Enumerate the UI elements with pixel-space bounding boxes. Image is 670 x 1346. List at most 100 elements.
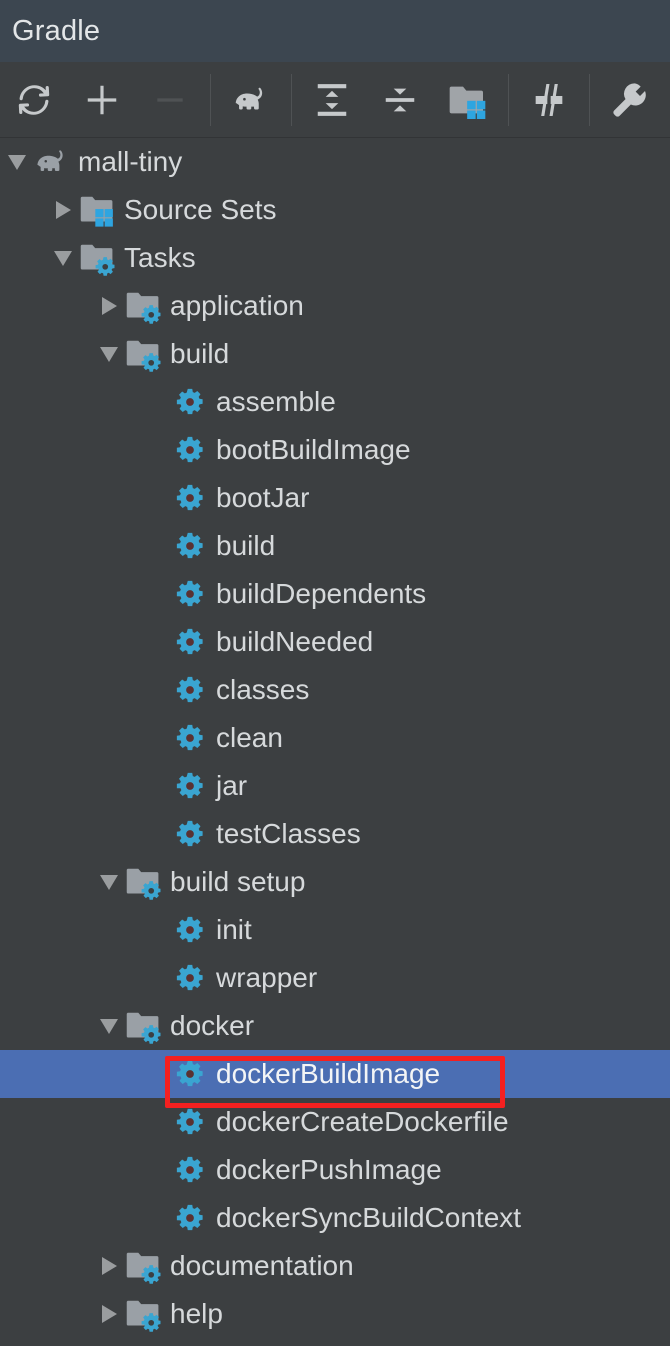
gradle-project-tree[interactable]: mall-tiny Source Sets Tasks application buil… [0, 138, 670, 1346]
gear-icon [170, 954, 210, 1002]
tree-node-label: build setup [170, 866, 306, 897]
wrench-icon [610, 80, 650, 120]
chevron-right-icon[interactable] [94, 1242, 124, 1290]
expand-all-button[interactable] [298, 62, 366, 138]
tree-row[interactable]: docker [0, 1002, 670, 1050]
tree-indent-spacer [140, 666, 170, 714]
tree-node-label: docker [170, 1010, 255, 1041]
tree-node-label: dockerPushImage [216, 1154, 442, 1185]
tree-row[interactable]: testClasses [0, 810, 670, 858]
collapse-all-button[interactable] [366, 62, 434, 138]
tree-row[interactable]: dockerPushImage [0, 1146, 670, 1194]
tree-row[interactable]: mall-tiny [0, 138, 670, 186]
show-source-sets-button[interactable] [434, 62, 502, 138]
reload-all-gradle-projects-button[interactable] [0, 62, 68, 138]
tree-node-label: buildDependents [216, 578, 427, 609]
tree-row[interactable]: Source Sets [0, 186, 670, 234]
chevron-right-icon[interactable] [48, 186, 78, 234]
tree-node-label: Tasks [124, 242, 196, 273]
tree-row[interactable]: jar [0, 762, 670, 810]
tree-row[interactable]: build [0, 522, 670, 570]
chevron-down-icon[interactable] [94, 330, 124, 378]
tree-indent-spacer [140, 378, 170, 426]
tree-indent-spacer [140, 1194, 170, 1242]
tree-row[interactable]: assemble [0, 378, 670, 426]
gear-icon [170, 666, 210, 714]
gear-icon [170, 1194, 210, 1242]
gear-icon [170, 1146, 210, 1194]
execute-gradle-task-button[interactable] [217, 62, 285, 138]
tree-node-label: bootBuildImage [216, 434, 411, 465]
tree-node-label: build [170, 338, 230, 369]
collapse-all-icon [381, 81, 419, 119]
tree-row[interactable]: clean [0, 714, 670, 762]
folder-gear-icon [124, 282, 164, 330]
tree-node-label: assemble [216, 386, 336, 417]
tree-row[interactable]: classes [0, 666, 670, 714]
chevron-down-icon[interactable] [48, 234, 78, 282]
tree-row[interactable]: build setup [0, 858, 670, 906]
folder-grid-icon [448, 80, 488, 120]
gear-icon [170, 1098, 210, 1146]
toolbar-separator [589, 73, 590, 126]
gradle-settings-button[interactable] [596, 62, 664, 138]
tree-row[interactable]: help [0, 1290, 670, 1338]
expand-all-icon [313, 81, 351, 119]
toolbar-separator [210, 73, 211, 126]
folder-gear-icon [124, 1290, 164, 1338]
gear-icon [170, 762, 210, 810]
tree-node-label: Source Sets [124, 194, 277, 225]
folder-gear-icon [124, 330, 164, 378]
tree-row-selected[interactable]: dockerBuildImage [0, 1050, 670, 1098]
tree-node-label: dockerBuildImage [216, 1058, 441, 1089]
detach-external-project-button[interactable] [136, 62, 204, 138]
tree-indent-spacer [140, 1050, 170, 1098]
gear-icon [170, 714, 210, 762]
tree-row[interactable]: bootBuildImage [0, 426, 670, 474]
tree-indent-spacer [140, 1146, 170, 1194]
tree-row[interactable]: documentation [0, 1242, 670, 1290]
tree-row[interactable]: application [0, 282, 670, 330]
link-gradle-project-button[interactable] [68, 62, 136, 138]
tree-row[interactable]: init [0, 906, 670, 954]
gradle-toolbar [0, 62, 670, 138]
chevron-right-icon[interactable] [94, 282, 124, 330]
page-title: Gradle [12, 14, 101, 47]
tree-indent-spacer [140, 954, 170, 1002]
tree-node-label: bootJar [216, 482, 310, 513]
chevron-right-icon[interactable] [94, 1290, 124, 1338]
tree-row[interactable]: wrapper [0, 954, 670, 1002]
tree-row[interactable]: buildDependents [0, 570, 670, 618]
tree-row[interactable]: build [0, 330, 670, 378]
tree-row[interactable]: buildNeeded [0, 618, 670, 666]
toolbar-separator [508, 73, 509, 126]
tree-row[interactable]: Tasks [0, 234, 670, 282]
minus-icon [151, 81, 189, 119]
tree-indent-spacer [140, 906, 170, 954]
tree-row[interactable]: dockerSyncBuildContext [0, 1194, 670, 1242]
tree-node-label: jar [216, 770, 248, 801]
gear-icon [170, 906, 210, 954]
tree-node-label: dockerSyncBuildContext [216, 1202, 522, 1233]
tree-node-label: application [170, 290, 304, 321]
gear-icon [170, 810, 210, 858]
folder-gear-icon [124, 1242, 164, 1290]
toggle-offline-mode-button[interactable] [515, 62, 583, 138]
elephant-icon [230, 79, 272, 121]
chevron-down-icon[interactable] [94, 1002, 124, 1050]
tree-node-label: testClasses [216, 818, 361, 849]
gear-icon [170, 1050, 210, 1098]
tree-row[interactable]: bootJar [0, 474, 670, 522]
tree-row[interactable]: dockerCreateDockerfile [0, 1098, 670, 1146]
tree-node-label: clean [216, 722, 283, 753]
gear-icon [170, 570, 210, 618]
toolbar-separator [291, 73, 292, 126]
chevron-down-icon[interactable] [2, 138, 32, 186]
offline-mode-icon [529, 80, 569, 120]
folder-grid-icon [78, 186, 118, 234]
tree-node-label: wrapper [216, 962, 318, 993]
tree-node-label: mall-tiny [78, 146, 183, 177]
folder-gear-icon [78, 234, 118, 282]
gear-icon [170, 426, 210, 474]
chevron-down-icon[interactable] [94, 858, 124, 906]
